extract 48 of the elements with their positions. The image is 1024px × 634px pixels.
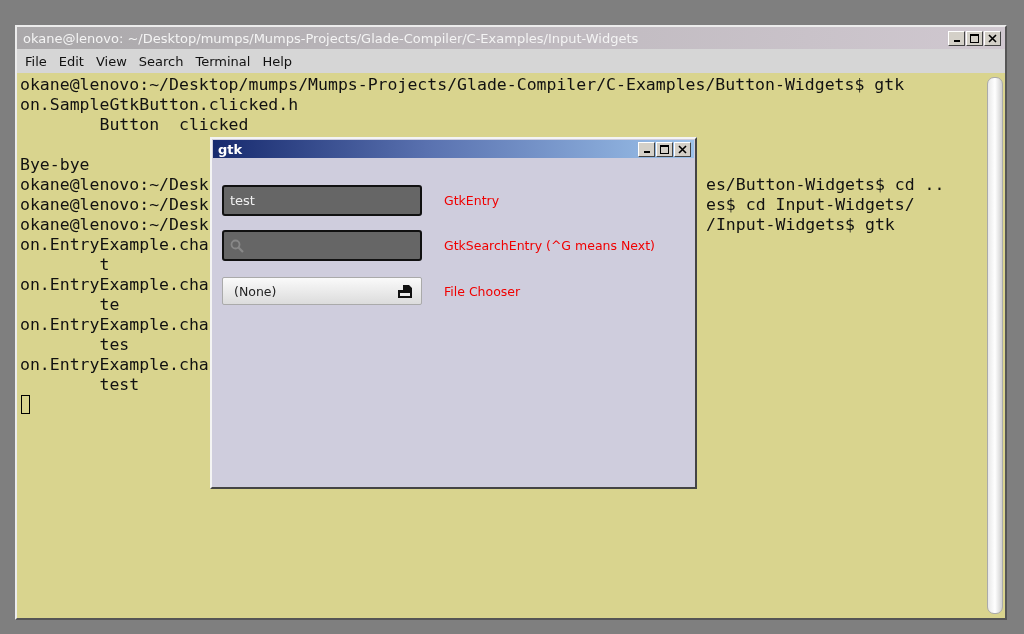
scrollbar[interactable] xyxy=(987,77,1003,614)
terminal-line: es/Button-Widgets$ cd .. xyxy=(706,175,945,195)
menu-item[interactable]: Terminal xyxy=(189,53,257,69)
terminal-line: test xyxy=(98,375,140,394)
text-cursor xyxy=(21,395,30,414)
terminal-line: Button clicked xyxy=(98,115,249,134)
terminal-line: tes xyxy=(98,335,130,354)
terminal-line: te xyxy=(98,295,120,314)
maximize-button[interactable] xyxy=(656,141,673,157)
folder-icon xyxy=(397,283,413,299)
close-icon xyxy=(988,33,997,43)
close-icon xyxy=(678,144,687,154)
search-field[interactable] xyxy=(222,230,422,261)
menu-item[interactable]: Help xyxy=(256,53,299,69)
close-button[interactable] xyxy=(984,30,1001,46)
maximize-icon xyxy=(970,33,979,43)
window-title: okane@lenovo: ~/Desktop/mumps/Mumps-Projects/Glade-Compiler/C-Examples/Input-Widgets xyxy=(23,30,639,46)
terminal-line: on.EntryExample.cha xyxy=(20,235,209,254)
menu-item[interactable]: View xyxy=(89,53,133,69)
search-icon xyxy=(230,238,244,253)
minimize-icon xyxy=(953,40,960,42)
terminal-line: okane@lenovo:~/Desk xyxy=(20,215,209,234)
widget-label: GtkSearchEntry (^G means Next) xyxy=(444,238,655,253)
window-title: gtk xyxy=(218,141,243,157)
terminal-line: okane@lenovo:~/Desktop/mumps/Mumps-Projects/Glade-Compiler/C-Examples/Button-Widgets$ gtk xyxy=(20,75,905,94)
file-chooser-button[interactable]: (None) xyxy=(222,277,422,305)
widget-label: GtkEntry xyxy=(444,193,500,208)
terminal-line: okane@lenovo:~/Desk xyxy=(20,195,209,214)
terminal-line: /Input-Widgets$ gtk xyxy=(706,215,895,235)
maximize-icon xyxy=(660,144,669,154)
widget-label: File Chooser xyxy=(444,283,521,299)
minimize-button[interactable] xyxy=(638,141,655,157)
menu-item[interactable]: File xyxy=(19,53,53,69)
terminal-line: okane@lenovo:~/Desk xyxy=(20,175,209,194)
text-entry-field[interactable]: test xyxy=(222,185,422,216)
terminal-line: es$ cd Input-Widgets/ xyxy=(706,195,915,215)
terminal-line: Bye-bye xyxy=(20,155,90,174)
terminal-line: on.EntryExample.cha xyxy=(20,355,209,374)
terminal-line: on.SampleGtkButton.clicked.h xyxy=(20,95,299,114)
maximize-button[interactable] xyxy=(966,30,983,46)
menu-item[interactable]: Edit xyxy=(52,53,90,69)
minimize-button[interactable] xyxy=(948,30,965,46)
terminal-line: on.EntryExample.cha xyxy=(20,315,209,334)
minimize-icon xyxy=(643,151,650,153)
close-button[interactable] xyxy=(674,141,691,157)
menu-item[interactable]: Search xyxy=(132,53,190,69)
terminal-line: t xyxy=(98,255,110,274)
terminal-line: on.EntryExample.cha xyxy=(20,275,209,294)
